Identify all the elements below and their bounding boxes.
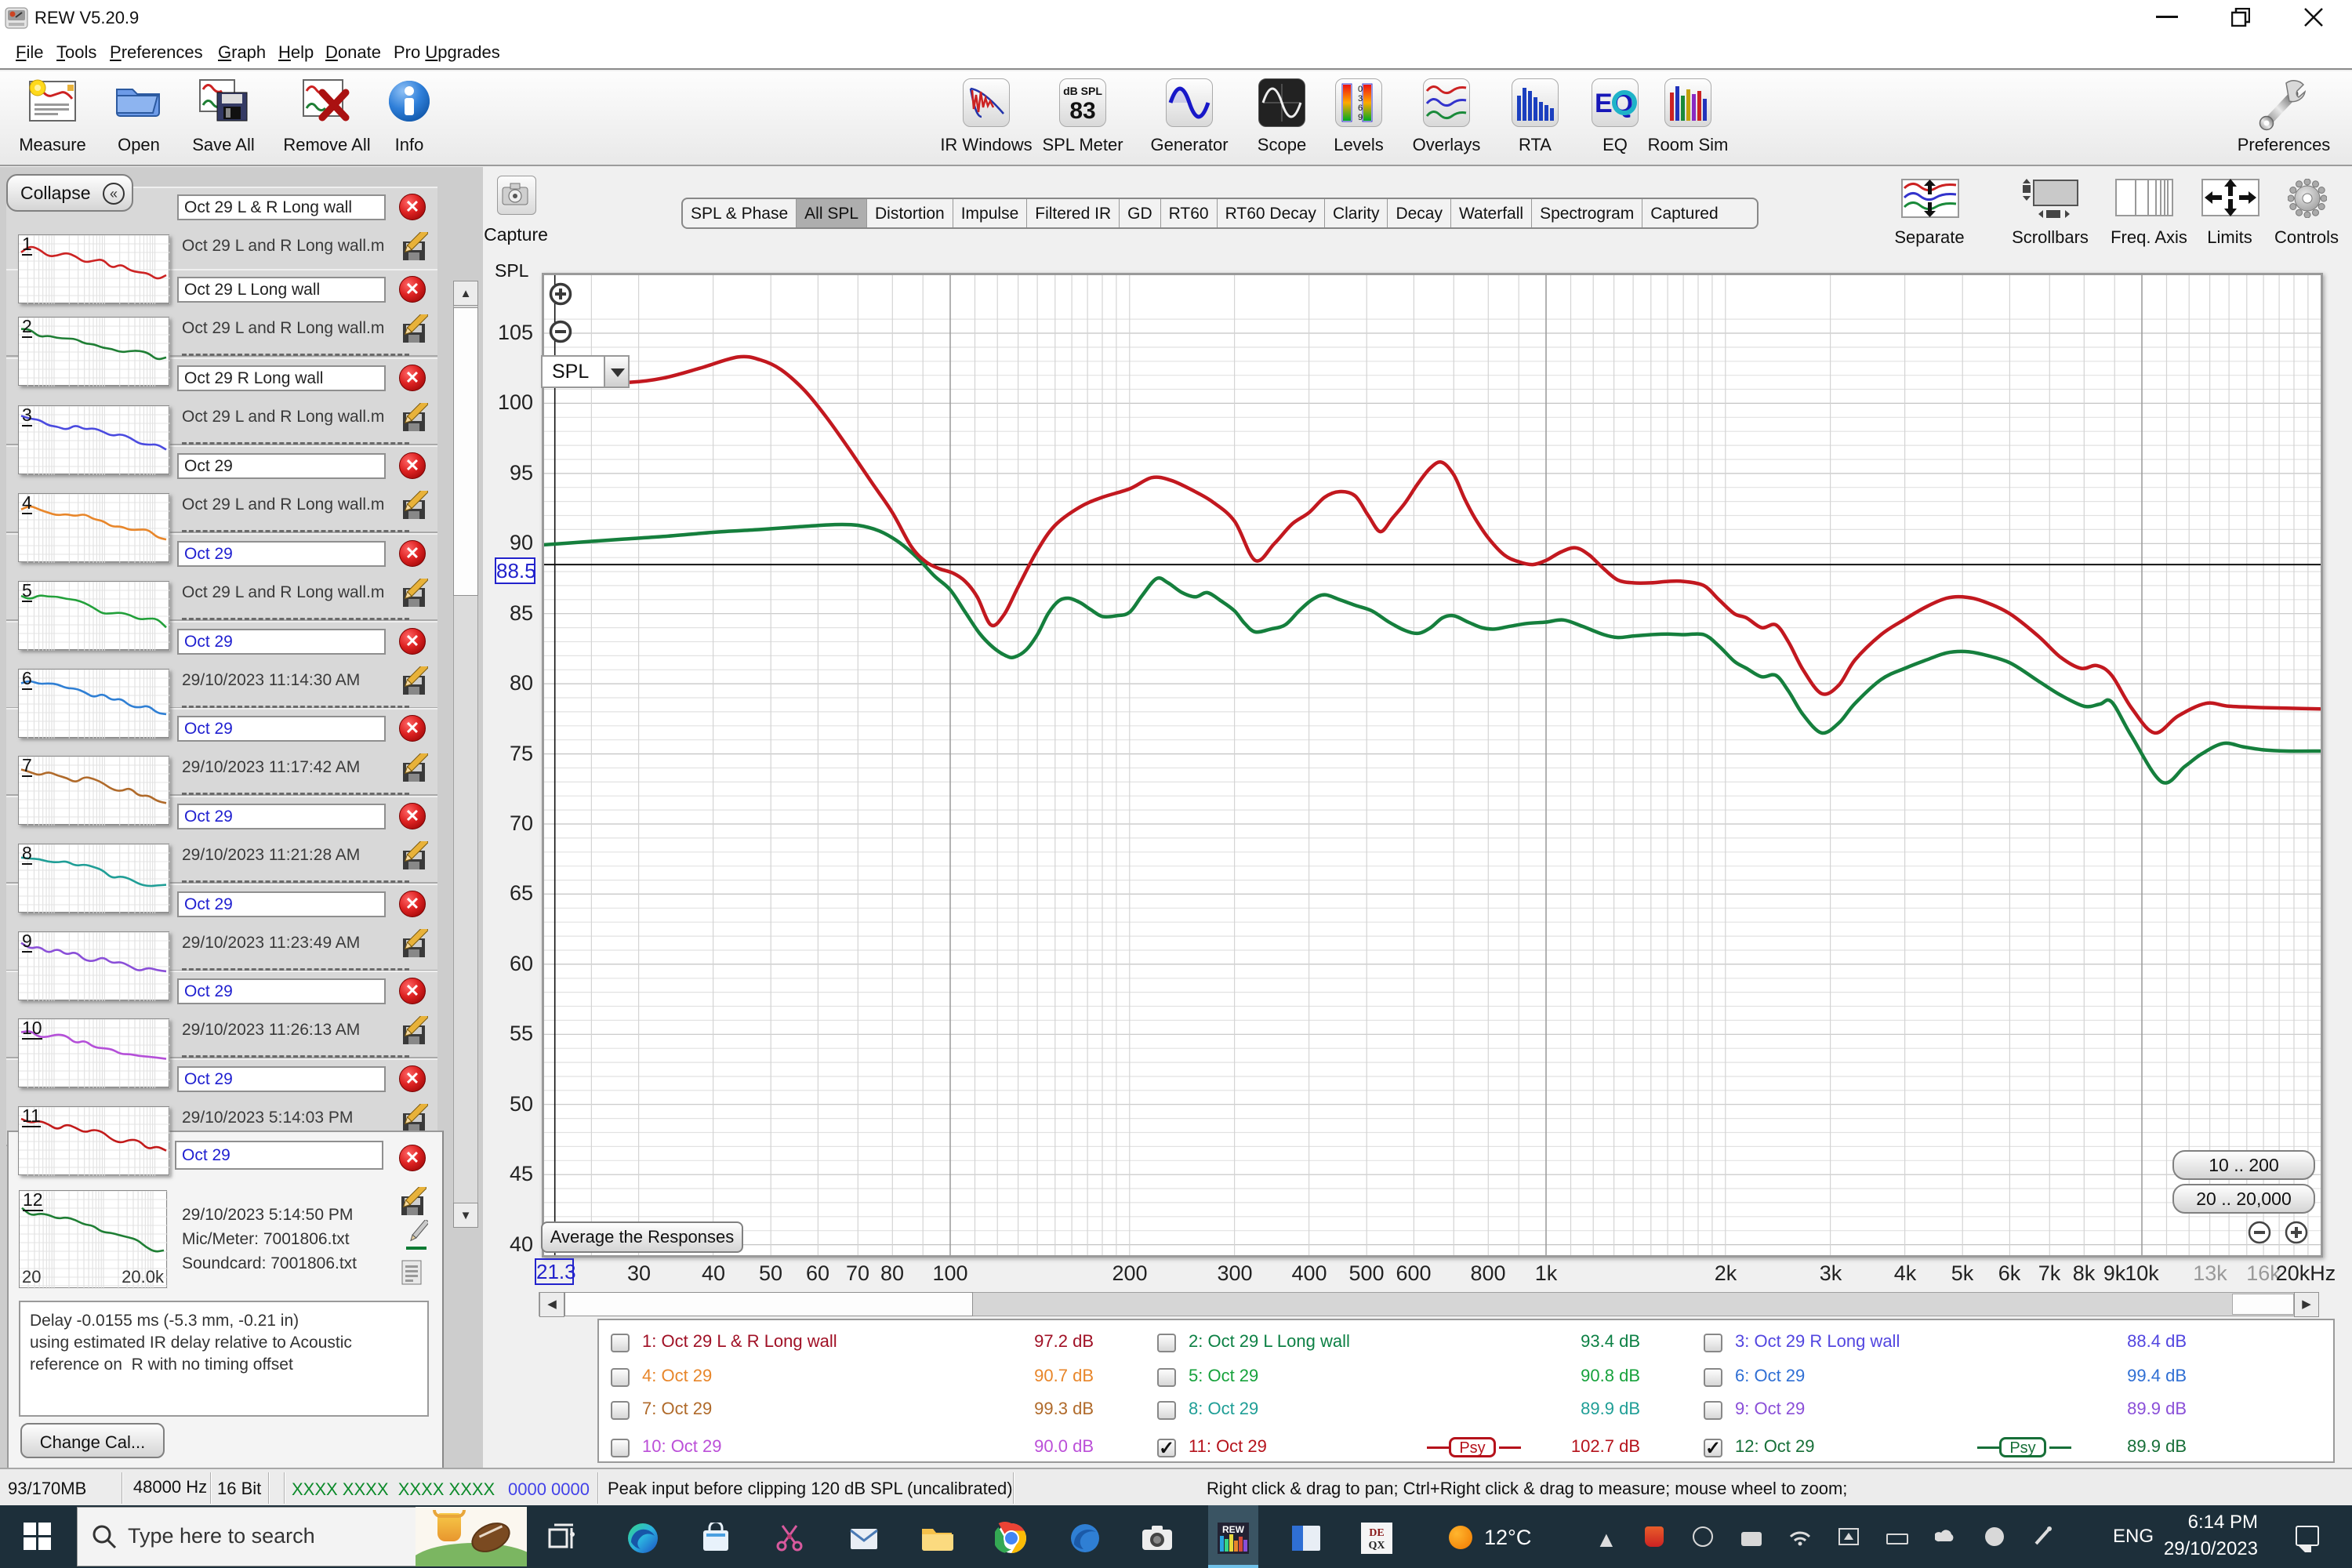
svg-text:REW: REW xyxy=(1222,1524,1245,1535)
svg-text:83: 83 xyxy=(1069,98,1095,124)
svg-text:6: 6 xyxy=(1358,103,1363,113)
svg-text:9: 9 xyxy=(1358,113,1363,122)
svg-text:DE: DE xyxy=(1369,1527,1384,1539)
svg-text:3: 3 xyxy=(1358,94,1363,103)
svg-text:dB SPL: dB SPL xyxy=(1063,85,1102,97)
svg-text:0: 0 xyxy=(1358,85,1363,94)
svg-text:QX: QX xyxy=(1369,1540,1385,1552)
svg-text:«: « xyxy=(110,186,118,201)
